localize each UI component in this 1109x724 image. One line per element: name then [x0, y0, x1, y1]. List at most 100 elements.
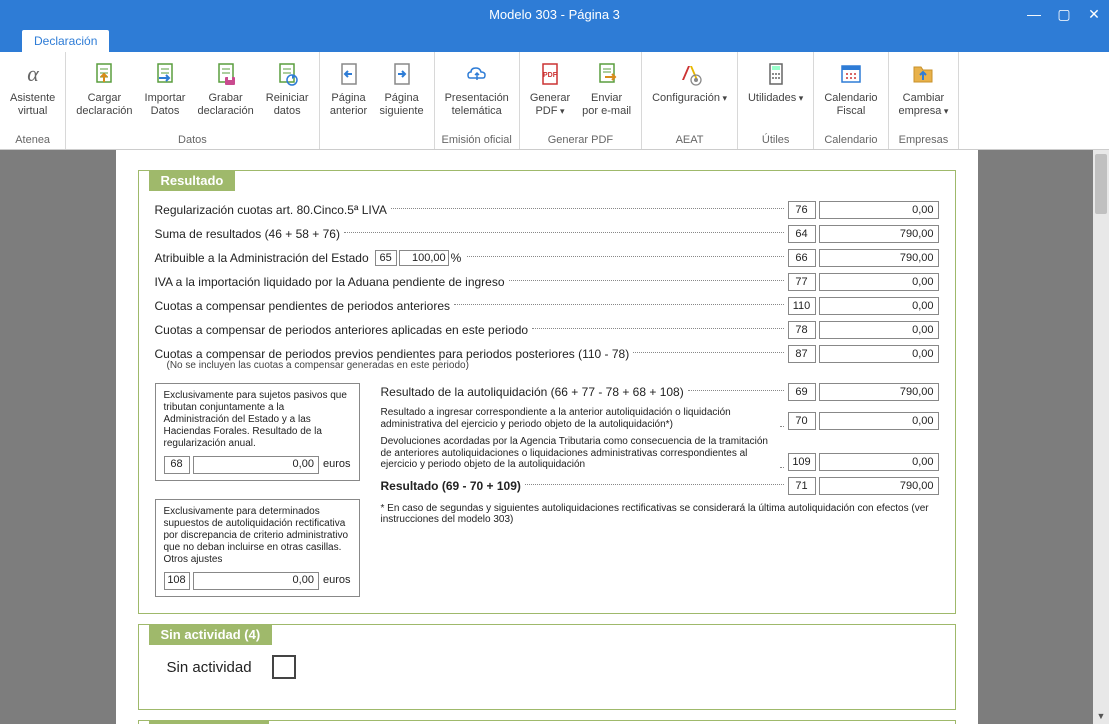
document-reset-icon [271, 58, 303, 90]
alpha-icon: α [17, 58, 49, 90]
svg-text:α: α [27, 61, 39, 86]
group-pdf-label: Generar PDF [524, 132, 637, 147]
box-108-value[interactable]: 0,00 [193, 572, 319, 590]
configuracion-button[interactable]: Configuración [646, 54, 733, 132]
group-datos-label: Datos [70, 132, 314, 147]
section-rectificativa: Rectificativa (5) Si esta autoliquidació… [138, 720, 956, 724]
group-utiles-label: Útiles [742, 132, 809, 147]
minimize-button[interactable]: — [1019, 0, 1049, 28]
importar-datos-button[interactable]: Importar Datos [139, 54, 192, 132]
box-66-num: 66 [788, 249, 816, 267]
utilidades-button[interactable]: Utilidades [742, 54, 809, 132]
pagina-anterior-button[interactable]: Página anterior [324, 54, 374, 144]
row-87-label: Cuotas a compensar de periodos previos p… [155, 347, 630, 361]
side-box-108: Exclusivamente para determinados supuest… [155, 499, 360, 597]
cambiar-empresa-button[interactable]: Cambiar empresa [893, 54, 955, 132]
box-68-num: 68 [164, 456, 190, 474]
page: Resultado Regularización cuotas art. 80.… [116, 150, 978, 724]
row-110-label: Cuotas a compensar pendientes de periodo… [155, 299, 451, 313]
scrollbar-thumb[interactable] [1095, 154, 1107, 214]
box-87-num: 87 [788, 345, 816, 363]
box-78-num: 78 [788, 321, 816, 339]
box-65-num: 65 [375, 250, 397, 266]
footnote-star: * En caso de segundas y siguientes autol… [381, 503, 939, 525]
box-70-value[interactable]: 0,00 [819, 412, 939, 430]
box-71-value[interactable]: 790,00 [819, 477, 939, 495]
section-rectificativa-title: Rectificativa (5) [149, 720, 269, 724]
row-109-label: Devoluciones acordadas por la Agencia Tr… [381, 436, 776, 471]
box-108-unit: euros [323, 574, 351, 587]
group-aeat-label: AEAT [646, 132, 733, 147]
box-69-value[interactable]: 790,00 [819, 383, 939, 401]
page-next-icon [386, 58, 418, 90]
asistente-virtual-button[interactable]: α Asistente virtual [4, 54, 61, 132]
document-upload-icon [88, 58, 120, 90]
document-viewport[interactable]: Resultado Regularización cuotas art. 80.… [0, 150, 1093, 724]
box-110-num: 110 [788, 297, 816, 315]
document-save-icon [210, 58, 242, 90]
row-64-label: Suma de resultados (46 + 58 + 76) [155, 227, 340, 241]
sin-actividad-label: Sin actividad [167, 659, 252, 676]
pagina-siguiente-button[interactable]: Página siguiente [374, 54, 430, 144]
page-prev-icon [333, 58, 365, 90]
section-sin-actividad: Sin actividad (4) Sin actividad [138, 624, 956, 710]
pdf-icon: PDF [534, 58, 566, 90]
box-66-value[interactable]: 790,00 [819, 249, 939, 267]
box-77-value[interactable]: 0,00 [819, 273, 939, 291]
box-64-num: 64 [788, 225, 816, 243]
document-import-icon [149, 58, 181, 90]
row-71-label: Resultado (69 - 70 + 109) [381, 479, 521, 493]
grabar-declaracion-button[interactable]: Grabar declaración [191, 54, 259, 132]
window-title: Modelo 303 - Página 3 [90, 7, 1019, 22]
vertical-scrollbar[interactable]: ▲ ▼ [1093, 150, 1109, 724]
reiniciar-datos-button[interactable]: Reiniciar datos [260, 54, 315, 132]
side-box-68: Exclusivamente para sujetos pasivos que … [155, 383, 360, 481]
section-resultado-title: Resultado [149, 170, 236, 191]
row-77-label: IVA a la importación liquidado por la Ad… [155, 275, 505, 289]
tab-declaracion[interactable]: Declaración [22, 30, 109, 52]
box-109-num: 109 [788, 453, 816, 471]
box-68-unit: euros [323, 458, 351, 471]
group-empresas-label: Empresas [893, 132, 955, 147]
folder-up-icon [907, 58, 939, 90]
group-calendario-label: Calendario [818, 132, 883, 147]
box-68-value[interactable]: 0,00 [193, 456, 319, 474]
section-sin-actividad-title: Sin actividad (4) [149, 624, 273, 645]
row-70-label: Resultado a ingresar correspondiente a l… [381, 407, 776, 430]
group-emision-label: Emisión oficial [439, 132, 515, 147]
enviar-email-button[interactable]: Enviar por e-mail [576, 54, 637, 132]
generar-pdf-button[interactable]: PDF Generar PDF [524, 54, 576, 132]
cloud-upload-icon [461, 58, 493, 90]
email-send-icon [591, 58, 623, 90]
box-108-num: 108 [164, 572, 190, 590]
box-77-num: 77 [788, 273, 816, 291]
box-70-num: 70 [788, 412, 816, 430]
cargar-declaracion-button[interactable]: Cargar declaración [70, 54, 138, 132]
box-109-value[interactable]: 0,00 [819, 453, 939, 471]
box-64-value[interactable]: 790,00 [819, 225, 939, 243]
box-76-num: 76 [788, 201, 816, 219]
row-78-label: Cuotas a compensar de periodos anteriore… [155, 323, 529, 337]
row-69-label: Resultado de la autoliquidación (66 + 77… [381, 385, 684, 399]
group-atenea-label: Atenea [4, 132, 61, 147]
box-76-value[interactable]: 0,00 [819, 201, 939, 219]
pct-symbol: % [451, 251, 462, 265]
scroll-down-icon[interactable]: ▼ [1093, 708, 1109, 724]
sin-actividad-checkbox[interactable] [272, 655, 296, 679]
maximize-button[interactable]: ▢ [1049, 0, 1079, 28]
section-resultado: Resultado Regularización cuotas art. 80.… [138, 170, 956, 614]
calendar-icon [835, 58, 867, 90]
calendario-fiscal-button[interactable]: Calendario Fiscal [818, 54, 883, 132]
svg-text:PDF: PDF [543, 72, 558, 79]
box-65-value[interactable]: 100,00 [399, 250, 449, 266]
calculator-icon [760, 58, 792, 90]
row-76-label: Regularización cuotas art. 80.Cinco.5ª L… [155, 203, 387, 217]
ribbon: α Asistente virtual Atenea Cargar declar… [0, 52, 1109, 150]
box-110-value[interactable]: 0,00 [819, 297, 939, 315]
aeat-gear-icon [674, 58, 706, 90]
presentacion-telematica-button[interactable]: Presentación telemática [439, 54, 515, 132]
box-87-value[interactable]: 0,00 [819, 345, 939, 363]
box-78-value[interactable]: 0,00 [819, 321, 939, 339]
close-button[interactable]: ✕ [1079, 0, 1109, 28]
side-box-68-text: Exclusivamente para sujetos pasivos que … [164, 390, 351, 450]
